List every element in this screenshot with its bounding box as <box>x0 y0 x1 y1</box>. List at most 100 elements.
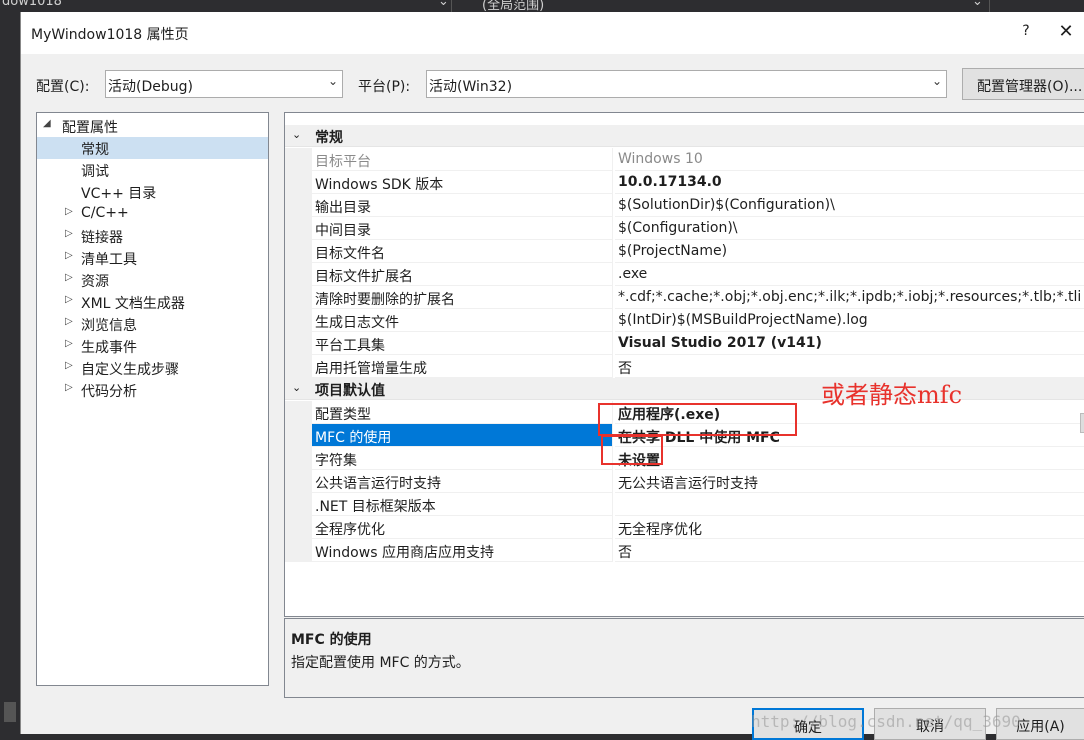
property-value[interactable]: 无公共语言运行时支持 <box>615 470 1084 493</box>
chevron-down-icon: ⌄ <box>972 0 983 9</box>
property-value[interactable]: 10.0.17134.0 <box>615 171 1084 194</box>
tree-item-label: 链接器 <box>81 230 123 246</box>
row-margin <box>285 401 312 424</box>
property-name: Windows 应用商店应用支持 <box>312 539 613 562</box>
property-tree: ◢ 配置属性 常规 调试 VC++ 目录 ▷ C/C++ ▷ 链接器 ▷ 清单工具 ▷ 资源 ▷ XML… <box>36 112 269 686</box>
grid-property-row[interactable]: 目标平台 Windows 10 <box>285 148 1084 171</box>
expanded-chevron-icon[interactable]: ⌄ <box>292 128 301 141</box>
help-button[interactable]: ? <box>1011 23 1041 43</box>
ide-project-dropdown[interactable]: dow1018 ⌄ <box>0 0 452 12</box>
collapsed-triangle-icon[interactable]: ▷ <box>65 294 73 305</box>
ide-scope-dropdown[interactable]: (全局范围) ⌄ <box>460 0 990 12</box>
tree-root-config-properties[interactable]: ◢ 配置属性 <box>37 115 268 137</box>
config-manager-button[interactable]: 配置管理器(O)... <box>962 68 1084 100</box>
collapsed-triangle-icon[interactable]: ▷ <box>65 228 73 239</box>
property-value[interactable]: $(ProjectName) <box>615 240 1084 263</box>
tree-item[interactable]: ▷ 链接器 <box>37 225 268 247</box>
collapsed-triangle-icon[interactable]: ▷ <box>65 360 73 371</box>
property-name: 目标平台 <box>312 148 613 171</box>
expanded-chevron-icon[interactable]: ⌄ <box>292 381 301 394</box>
dialog-title: MyWindow1018 属性页 <box>31 27 189 43</box>
collapsed-triangle-icon[interactable]: ▷ <box>65 382 73 393</box>
row-margin <box>285 424 312 447</box>
annotation-red-box-mfc <box>598 403 797 436</box>
platform-label: 平台(P): <box>358 79 411 95</box>
grid-property-row[interactable]: .NET 目标框架版本 <box>285 493 1084 516</box>
value-dropdown-edge[interactable] <box>1080 413 1084 433</box>
grid-property-row[interactable]: 字符集 未设置 <box>285 447 1084 470</box>
platform-select[interactable]: 活动(Win32) ⌄ <box>426 70 947 98</box>
title-bar[interactable]: MyWindow1018 属性页 ? ✕ <box>21 12 1084 54</box>
property-name: 目标文件名 <box>312 240 613 263</box>
grid-category[interactable]: ⌄ 项目默认值 <box>285 378 1084 400</box>
property-value[interactable]: .exe <box>615 263 1084 286</box>
property-name: Windows SDK 版本 <box>312 171 613 194</box>
property-value[interactable]: $(IntDir)$(MSBuildProjectName).log <box>615 309 1084 332</box>
tree-item[interactable]: ▷ 清单工具 <box>37 247 268 269</box>
row-margin <box>285 493 312 516</box>
collapsed-triangle-icon[interactable]: ▷ <box>65 272 73 283</box>
tree-item[interactable]: ▷ C/C++ <box>37 203 268 225</box>
collapsed-triangle-icon[interactable]: ▷ <box>65 316 73 327</box>
tree-item[interactable]: ▷ 代码分析 <box>37 379 268 401</box>
close-icon[interactable]: ✕ <box>1051 21 1081 45</box>
description-title: MFC 的使用 <box>291 632 372 648</box>
grid-category[interactable]: ⌄ 常规 <box>285 125 1084 147</box>
expanded-triangle-icon[interactable]: ◢ <box>43 118 51 129</box>
property-name: 平台工具集 <box>312 332 613 355</box>
grid-property-row[interactable]: 目标文件名 $(ProjectName) <box>285 240 1084 263</box>
grid-property-row[interactable]: 生成日志文件 $(IntDir)$(MSBuildProjectName).log <box>285 309 1084 332</box>
grid-property-row[interactable]: Windows SDK 版本 10.0.17134.0 <box>285 171 1084 194</box>
grid-property-row[interactable]: 全程序优化 无全程序优化 <box>285 516 1084 539</box>
tree-item-label: 调试 <box>81 164 109 180</box>
grid-category-label: 常规 <box>315 130 343 146</box>
grid-property-row[interactable]: 中间目录 $(Configuration)\ <box>285 217 1084 240</box>
property-value[interactable]: 无全程序优化 <box>615 516 1084 539</box>
chevron-down-icon: ⌄ <box>931 74 942 88</box>
property-value[interactable]: Windows 10 <box>615 148 1084 171</box>
property-value[interactable]: 否 <box>615 539 1084 562</box>
tree-item[interactable]: ▷ 生成事件 <box>37 335 268 357</box>
collapsed-triangle-icon[interactable]: ▷ <box>65 250 73 261</box>
grid-property-row[interactable]: 公共语言运行时支持 无公共语言运行时支持 <box>285 470 1084 493</box>
collapsed-triangle-icon[interactable]: ▷ <box>65 338 73 349</box>
property-name: 生成日志文件 <box>312 309 613 332</box>
grid-property-row[interactable]: 清除时要删除的扩展名 *.cdf;*.cache;*.obj;*.obj.enc;… <box>285 286 1084 309</box>
grid-property-row[interactable]: Windows 应用商店应用支持否 <box>285 539 1084 562</box>
tree-item[interactable]: 常规 <box>37 137 268 159</box>
tree-item[interactable]: ▷ 自定义生成步骤 <box>37 357 268 379</box>
grid-property-row[interactable]: 目标文件扩展名 .exe <box>285 263 1084 286</box>
property-value[interactable]: $(Configuration)\ <box>615 217 1084 240</box>
grid-property-row[interactable]: 启用托管增量生成否 <box>285 355 1084 378</box>
tree-item[interactable]: VC++ 目录 <box>37 181 268 203</box>
tree-item-label: C/C++ <box>81 205 129 221</box>
tree-item[interactable]: 调试 <box>37 159 268 181</box>
tree-item[interactable]: ▷ 资源 <box>37 269 268 291</box>
row-margin <box>285 332 312 355</box>
grid-property-row[interactable]: 输出目录 $(SolutionDir)$(Configuration)\ <box>285 194 1084 217</box>
property-value[interactable]: *.cdf;*.cache;*.obj;*.obj.enc;*.ilk;*.ip… <box>615 286 1084 309</box>
property-name: 清除时要删除的扩展名 <box>312 286 613 309</box>
ide-project-text: dow1018 <box>2 0 62 9</box>
tree-item-label: 配置属性 <box>62 120 118 136</box>
config-select[interactable]: 活动(Debug) ⌄ <box>105 70 343 98</box>
grid-property-row[interactable]: 平台工具集 Visual Studio 2017 (v141) <box>285 332 1084 355</box>
tree-item-label: 常规 <box>81 142 109 158</box>
tree-item-label: 代码分析 <box>81 384 137 400</box>
property-value[interactable]: Visual Studio 2017 (v141) <box>615 332 1084 355</box>
tree-item[interactable]: ▷ XML 文档生成器 <box>37 291 268 313</box>
property-pages-dialog: MyWindow1018 属性页 ? ✕ 配置(C): 活动(Debug) ⌄ … <box>20 12 1084 740</box>
tree-item-label: XML 文档生成器 <box>81 296 185 312</box>
property-name: 字符集 <box>312 447 613 470</box>
property-name: 公共语言运行时支持 <box>312 470 613 493</box>
property-value[interactable]: 未设置 <box>615 447 1084 470</box>
ide-scrollbar[interactable] <box>4 702 16 722</box>
row-margin <box>285 516 312 539</box>
row-margin <box>285 309 312 332</box>
property-value[interactable] <box>615 493 1084 516</box>
tree-item[interactable]: ▷ 浏览信息 <box>37 313 268 335</box>
collapsed-triangle-icon[interactable]: ▷ <box>65 206 73 217</box>
ide-left-panel <box>0 12 20 734</box>
grid-category-label: 项目默认值 <box>315 383 385 399</box>
property-value[interactable]: $(SolutionDir)$(Configuration)\ <box>615 194 1084 217</box>
